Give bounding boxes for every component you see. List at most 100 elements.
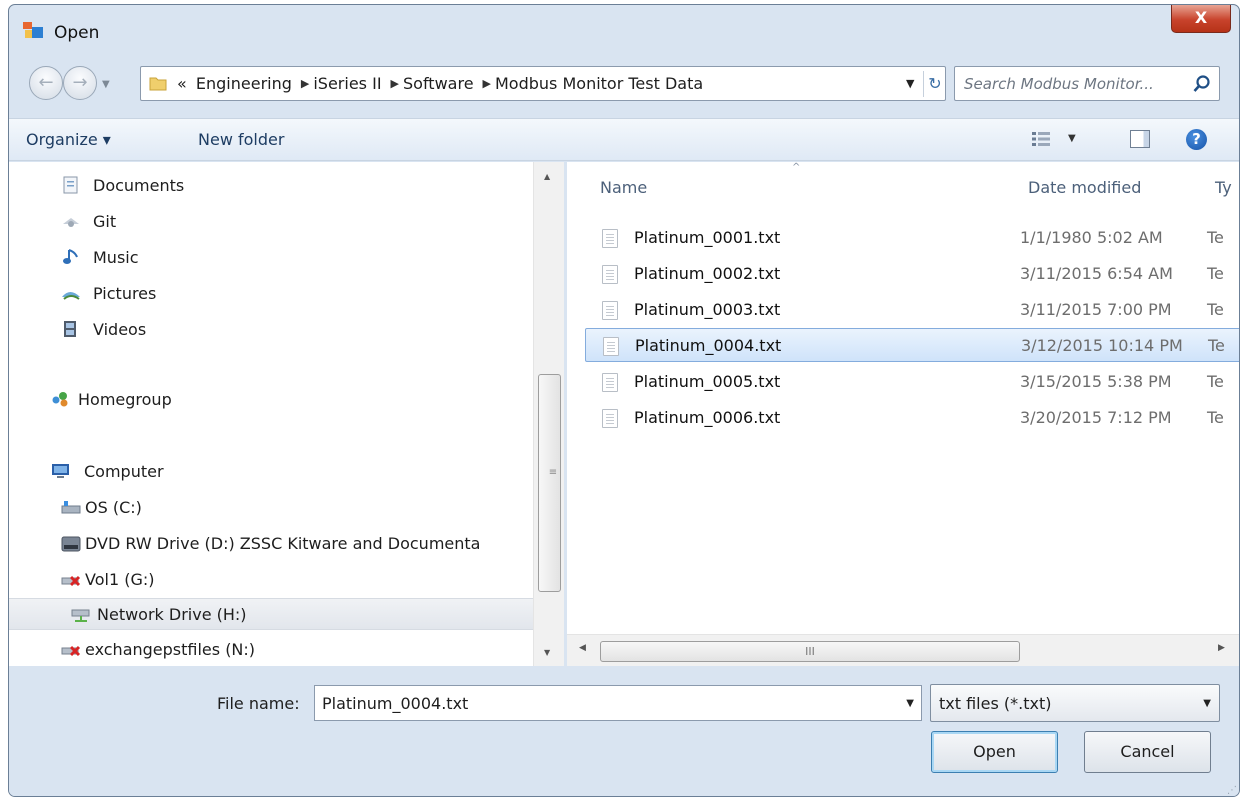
organize-button[interactable]: Organize ▾ (26, 130, 111, 149)
navigation-pane: Documents Git Music Pictures Videos Home… (9, 162, 564, 666)
breadcrumb-item-current-folder[interactable]: Modbus Monitor Test Data (495, 74, 703, 93)
refresh-button[interactable]: ↻ (923, 71, 946, 97)
breadcrumb-separator-icon[interactable]: ▶ (301, 77, 309, 90)
scroll-grip-icon: ≡ (548, 467, 558, 478)
sidebar-item-label: Computer (84, 462, 164, 481)
sidebar-item-label: Homegroup (78, 390, 172, 409)
scrollbar-thumb[interactable]: III (600, 641, 1020, 662)
search-box[interactable]: Search Modbus Monitor... (954, 66, 1220, 101)
open-button[interactable]: Open (931, 731, 1058, 773)
sidebar-item-label: Network Drive (H:) (97, 605, 247, 624)
title-bar: Open X (9, 5, 1239, 49)
more-options-icon[interactable]: ▼ (1068, 133, 1076, 144)
dialog-footer: File name: Platinum_0004.txt ▼ txt files… (9, 667, 1239, 796)
breadcrumb-separator-icon[interactable]: ▶ (483, 77, 491, 90)
file-name-input[interactable]: Platinum_0004.txt (322, 694, 468, 713)
file-type-value: txt files (*.txt) (939, 694, 1052, 713)
file-type: Te (1207, 372, 1224, 391)
file-date: 3/12/2015 10:14 PM (1021, 336, 1183, 355)
folder-icon (149, 77, 167, 91)
breadcrumb-separator-icon[interactable]: ▶ (391, 77, 399, 90)
table-row[interactable]: Platinum_0001.txt 1/1/1980 5:02 AM Te (585, 221, 1239, 255)
scroll-right-icon[interactable]: ▶ (1218, 643, 1225, 653)
forward-button[interactable]: → (63, 66, 97, 100)
sidebar-item-pictures[interactable]: Pictures (61, 278, 564, 310)
close-icon: X (1194, 8, 1208, 27)
sidebar-item-computer[interactable]: Computer (51, 456, 564, 488)
column-header-date-modified[interactable]: Date modified (1028, 178, 1141, 197)
sidebar-item-documents[interactable]: Documents (61, 170, 564, 202)
horizontal-scrollbar[interactable]: ◀ III ▶ (567, 634, 1239, 666)
text-file-icon (602, 373, 618, 392)
text-file-icon (602, 265, 618, 284)
chevron-down-icon[interactable]: ▼ (1203, 698, 1211, 709)
sidebar-item-label: Videos (93, 320, 147, 339)
search-icon[interactable] (1193, 75, 1211, 93)
close-button[interactable]: X (1171, 5, 1231, 33)
sort-ascending-icon: ^ (792, 162, 801, 173)
file-type-select[interactable]: txt files (*.txt) ▼ (930, 684, 1220, 722)
back-button[interactable]: ← (29, 66, 63, 100)
sidebar-item-os-c[interactable]: OS (C:) (61, 492, 564, 524)
sidebar-item-label: Git (93, 212, 117, 231)
change-view-icon[interactable] (1032, 131, 1050, 147)
computer-icon (52, 464, 69, 478)
file-date: 3/20/2015 7:12 PM (1020, 408, 1172, 427)
table-row[interactable]: Platinum_0003.txt 3/11/2015 7:00 PM Te (585, 293, 1239, 327)
file-name: Platinum_0002.txt (634, 264, 781, 283)
file-name: Platinum_0006.txt (634, 408, 781, 427)
sidebar-item-homegroup[interactable]: Homegroup (51, 384, 564, 416)
table-row[interactable]: Platinum_0002.txt 3/11/2015 6:54 AM Te (585, 257, 1239, 291)
text-file-icon (602, 229, 618, 248)
scroll-left-icon[interactable]: ◀ (579, 643, 586, 653)
search-input[interactable]: Search Modbus Monitor... (964, 75, 1154, 93)
sidebar-item-exchangepstfiles-n[interactable]: exchangepstfiles (N:) (61, 634, 564, 666)
preview-pane-icon[interactable] (1130, 130, 1150, 148)
file-date: 1/1/1980 5:02 AM (1020, 228, 1163, 247)
sidebar-item-music[interactable]: Music (61, 242, 564, 274)
file-name-label: File name: (217, 694, 300, 713)
navigation-scrollbar[interactable]: ▲ ≡ ▼ (533, 162, 564, 666)
file-list: ^ Name Date modified Ty Platinum_0001.tx… (567, 162, 1239, 666)
address-bar[interactable]: «▶ Engineering▶iSeries II▶Software▶Modbu… (140, 66, 946, 101)
table-row-selected[interactable]: Platinum_0004.txt 3/12/2015 10:14 PM Te (585, 328, 1239, 362)
sidebar-item-git[interactable]: Git (61, 206, 564, 238)
open-file-dialog: Open X ← → ▼ « ▶ Engineering ▶ iSeries II ▶ S… (8, 4, 1240, 797)
sidebar-item-label: Pictures (93, 284, 157, 303)
scroll-down-icon[interactable]: ▼ (544, 648, 550, 657)
help-icon[interactable]: ? (1186, 129, 1207, 150)
address-dropdown-icon[interactable]: ▼ (906, 77, 914, 90)
chevron-down-icon[interactable]: ▼ (906, 698, 914, 709)
breadcrumb-overflow[interactable]: « (177, 74, 187, 93)
table-row[interactable]: Platinum_0005.txt 3/15/2015 5:38 PM Te (585, 365, 1239, 399)
network-drive-icon (71, 609, 90, 622)
new-folder-button[interactable]: New folder (198, 130, 284, 149)
file-type: Te (1207, 300, 1224, 319)
videos-icon (64, 321, 76, 337)
sidebar-item-videos[interactable]: Videos (61, 314, 564, 346)
file-date: 3/11/2015 6:54 AM (1020, 264, 1173, 283)
resize-grip-icon[interactable]: ⋰ (1227, 785, 1237, 796)
column-header-name[interactable]: Name (600, 178, 647, 197)
breadcrumb: «▶ Engineering▶iSeries II▶Software▶Modbu… (177, 74, 707, 93)
file-date: 3/11/2015 7:00 PM (1020, 300, 1172, 319)
sidebar-item-network-drive-h[interactable]: Network Drive (H:) (9, 598, 533, 630)
file-name: Platinum_0003.txt (634, 300, 781, 319)
scroll-grip-icon: III (805, 645, 815, 658)
sidebar-item-dvd-drive[interactable]: DVD RW Drive (D:) ZSSC Kitware and Docum… (61, 528, 564, 560)
cancel-button[interactable]: Cancel (1084, 731, 1211, 773)
table-row[interactable]: Platinum_0006.txt 3/20/2015 7:12 PM Te (585, 401, 1239, 435)
breadcrumb-item-engineering[interactable]: Engineering (196, 74, 292, 93)
breadcrumb-item-software[interactable]: Software (403, 74, 474, 93)
column-header-type[interactable]: Ty (1215, 178, 1232, 197)
file-name: Platinum_0001.txt (634, 228, 781, 247)
scrollbar-thumb[interactable]: ≡ (538, 374, 561, 592)
file-name-field[interactable]: Platinum_0004.txt ▼ (314, 685, 922, 721)
breadcrumb-item-iseries[interactable]: iSeries II (313, 74, 381, 93)
disconnected-drive-icon (61, 575, 81, 587)
git-icon (63, 218, 79, 227)
scroll-up-icon[interactable]: ▲ (544, 172, 550, 181)
navigation-bar: ← → ▼ « ▶ Engineering ▶ iSeries II ▶ Software… (9, 55, 1239, 111)
recent-locations-dropdown[interactable]: ▼ (102, 79, 110, 90)
sidebar-item-vol1-g[interactable]: Vol1 (G:) (61, 564, 564, 596)
